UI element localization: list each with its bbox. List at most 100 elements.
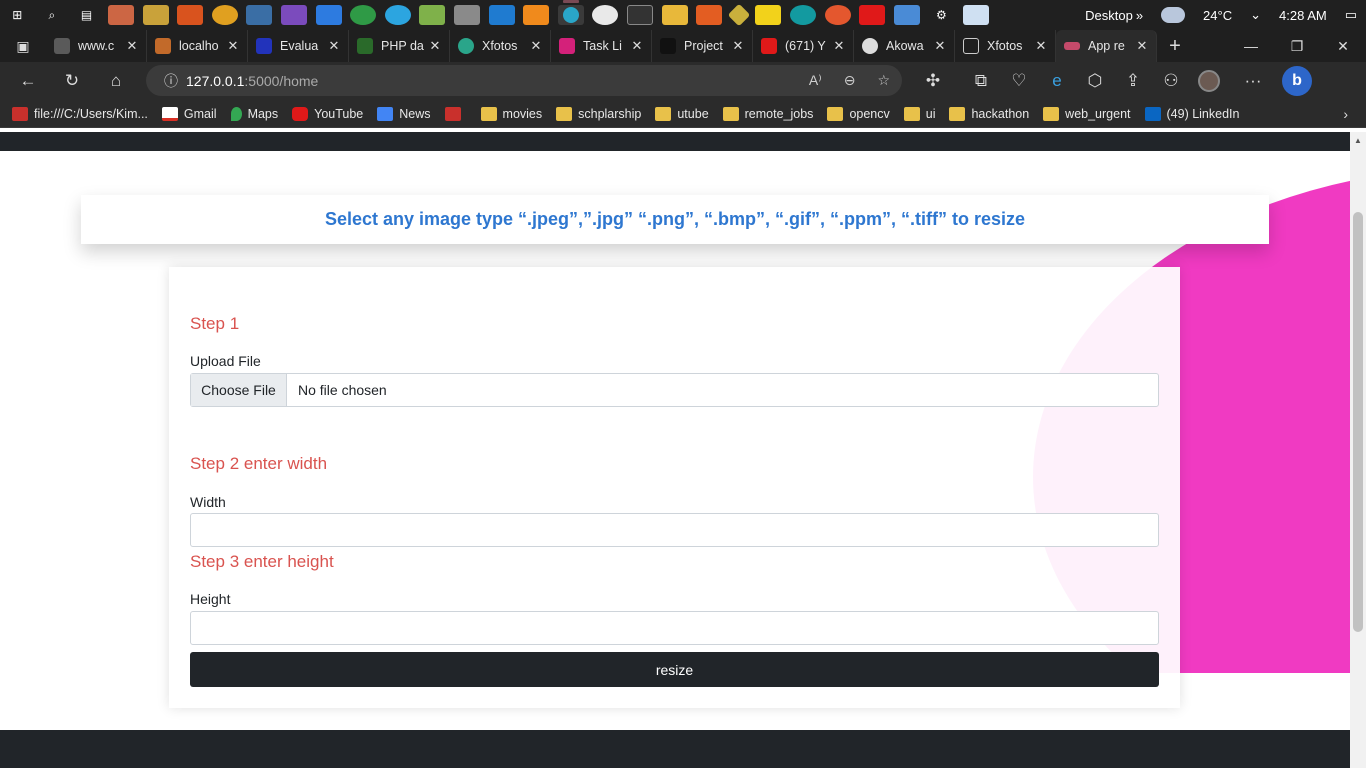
telegram-icon[interactable] [384,5,411,25]
tab-0[interactable]: www.c ✕ [46,30,147,62]
profile-avatar[interactable] [1190,62,1228,100]
scroll-up-icon[interactable]: ▲ [1354,136,1362,145]
bookmark-folder[interactable]: remote_jobs [722,106,813,121]
close-icon[interactable]: ✕ [932,38,948,54]
width-input[interactable] [190,513,1159,547]
close-icon[interactable]: ✕ [1134,38,1150,54]
home-icon[interactable]: ⌂ [96,62,136,100]
zoom-icon[interactable]: ⊖ [844,72,856,89]
app-icon[interactable] [824,5,851,25]
chevron-right-icon[interactable]: › [1343,106,1348,122]
chevron-right-icon[interactable]: » [1136,8,1143,23]
more-menu-icon[interactable]: ··· [1234,62,1272,100]
bookmark-item[interactable]: Gmail [161,106,217,121]
site-info-icon[interactable]: ⓘ [156,71,186,91]
bookmark-item[interactable]: News [377,106,431,121]
temperature[interactable]: 24°C [1203,8,1232,23]
tab-actions-icon[interactable]: ▣ [0,38,46,55]
bookmark-folder[interactable]: hackathon [949,106,1029,121]
maps-icon[interactable] [350,5,377,25]
close-icon[interactable]: ✕ [1033,38,1049,54]
close-icon[interactable]: ✕ [730,38,746,54]
file-upload-input[interactable]: Choose File No file chosen [190,373,1159,407]
visual-studio-icon[interactable] [281,5,308,25]
app-icon[interactable] [893,5,920,25]
bookmark-item[interactable]: Maps [230,106,278,121]
tab-1[interactable]: localho ✕ [147,30,248,62]
bookmark-folder[interactable]: web_urgent [1043,106,1131,121]
search-icon[interactable]: ⌕ [39,5,65,25]
mail-icon[interactable] [315,5,342,25]
bing-copilot-icon[interactable]: b [1278,62,1316,100]
notification-icon[interactable]: ▭ [1345,7,1357,23]
resize-button[interactable]: resize [190,652,1159,687]
close-icon[interactable]: ✕ [124,38,140,54]
app-icon[interactable] [419,5,446,25]
chevron-down-icon[interactable]: ⌄ [1250,7,1261,23]
bookmark-folder[interactable]: opencv [827,106,890,121]
browser-essentials-icon[interactable]: ⬡ [1076,62,1114,100]
app-icon[interactable] [246,5,273,25]
bookmark-folder[interactable]: schplarship [556,106,641,121]
edge-icon[interactable] [557,0,584,25]
close-icon[interactable]: ✕ [528,38,544,54]
favorite-star-icon[interactable]: ☆ [877,72,890,89]
sticky-icon[interactable] [142,5,169,25]
tab-8[interactable]: Akowa ✕ [854,30,955,62]
close-icon[interactable]: ✕ [831,38,847,54]
bookmark-item[interactable]: (49) LinkedIn [1144,106,1239,121]
git-icon[interactable] [727,3,751,27]
tab-4[interactable]: Xfotos ✕ [450,30,551,62]
clock[interactable]: 4:28 AM [1279,8,1327,23]
bookmark-item[interactable]: file:///C:/Users/Kim... [12,106,148,121]
windows-start-icon[interactable]: ⊞ [4,5,30,25]
share-icon[interactable]: ⇪ [1114,62,1152,100]
close-icon[interactable]: ✕ [427,38,443,54]
workspaces-icon[interactable]: ⚇ [1152,62,1190,100]
new-tab-button[interactable]: + [1157,35,1193,58]
app-icon[interactable] [454,5,481,25]
extensions-icon[interactable]: ✣ [914,62,952,100]
height-input[interactable] [190,611,1159,645]
ie-mode-icon[interactable]: e [1038,62,1076,100]
weather-icon[interactable] [1161,7,1186,23]
tab-2[interactable]: Evalua ✕ [248,30,349,62]
minimize-icon[interactable]: — [1228,30,1274,62]
slack-icon[interactable] [592,5,619,25]
tab-5[interactable]: Task Li ✕ [551,30,652,62]
app-icon[interactable] [177,5,204,25]
youtube-icon[interactable] [859,5,886,25]
refresh-icon[interactable]: ↻ [52,62,92,100]
app-icon[interactable] [211,5,238,25]
tab-10-active[interactable]: App re ✕ [1056,30,1157,62]
bookmark-item[interactable] [444,106,467,121]
task-view-icon[interactable]: ▤ [73,5,99,25]
read-aloud-icon[interactable]: A⁾ [809,72,822,89]
collections-icon[interactable]: ⧉ [962,62,1000,100]
notepad-icon[interactable] [962,5,989,25]
vscode-icon[interactable] [488,5,515,25]
tab-7[interactable]: (671) Y ✕ [753,30,854,62]
ubuntu-icon[interactable] [696,5,723,25]
address-bar[interactable]: ⓘ 127.0.0.1:5000/home A⁾ ⊖ ☆ [146,65,902,96]
vlc-icon[interactable] [523,5,550,25]
tab-3[interactable]: PHP da ✕ [349,30,450,62]
close-icon[interactable]: ✕ [326,38,342,54]
settings-icon[interactable]: ⚙ [928,5,954,25]
terminal-icon[interactable] [626,5,653,25]
choose-file-button[interactable]: Choose File [191,374,287,406]
bookmark-folder[interactable]: movies [480,106,542,121]
performance-icon[interactable]: ♡ [1000,62,1038,100]
tab-9[interactable]: Xfotos ✕ [955,30,1056,62]
store-icon[interactable] [108,5,135,25]
arduino-icon[interactable] [789,5,816,25]
close-icon[interactable]: ✕ [225,38,241,54]
desktop-toolbar-label[interactable]: Desktop [1085,8,1133,23]
page-scrollbar[interactable]: ▲ [1350,132,1366,768]
scrollbar-thumb[interactable] [1353,212,1363,632]
file-explorer-icon[interactable] [661,5,688,25]
bookmark-item[interactable]: YouTube [292,106,363,121]
sticky-notes-icon[interactable] [755,5,782,25]
tab-6[interactable]: Project ✕ [652,30,753,62]
bookmark-folder[interactable]: utube [655,106,709,121]
